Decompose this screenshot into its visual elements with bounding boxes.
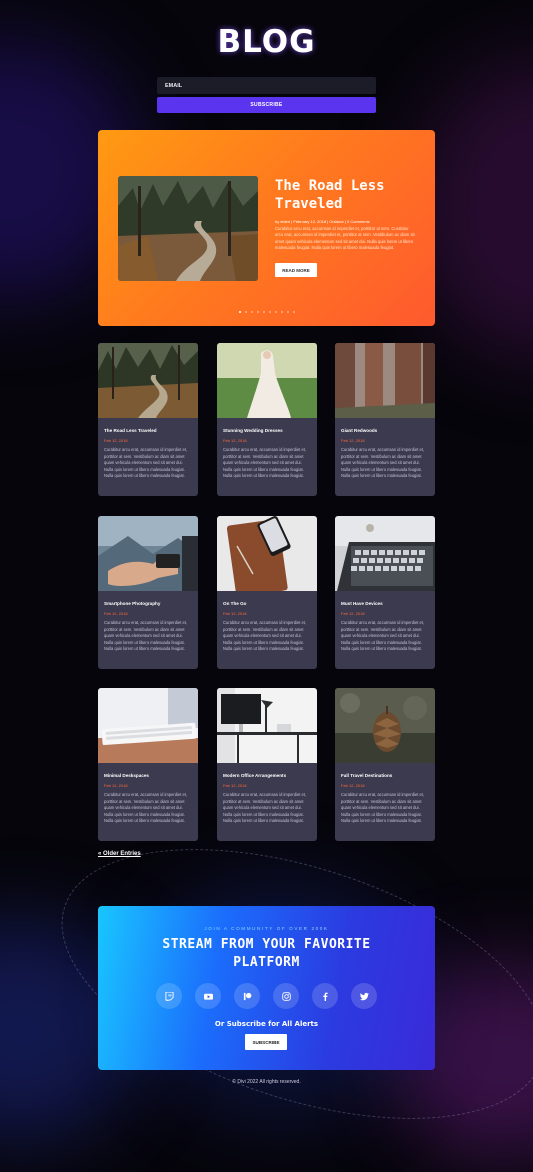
cta-subscribe-text: Or Subscribe for All Alerts (214, 1020, 319, 1028)
read-more-button[interactable]: READ MORE (275, 263, 317, 277)
cta-heading-line-2: PLATFORM (233, 955, 300, 970)
youtube-icon (203, 993, 213, 1000)
post-title[interactable]: Giant Redwoods (341, 428, 377, 433)
slider-dot[interactable] (250, 311, 253, 313)
post-thumbnail[interactable] (335, 516, 435, 591)
slider-dot[interactable] (286, 311, 289, 313)
post-date: Feb 12, 2018 (341, 611, 365, 616)
facebook-icon (322, 992, 328, 1001)
post-card[interactable]: Giant Redwoods Feb 12, 2018 Curabitur arcu… (335, 343, 435, 496)
post-excerpt: Curabitur arcu erat, accumsan id imperdi… (104, 447, 188, 479)
stream-cta-section: JOIN A COMMUNITY OF OVER 200K STREAM FRO… (98, 906, 435, 1070)
slider-dot[interactable] (256, 311, 259, 313)
older-entries-link[interactable]: « Older Entries (98, 851, 141, 857)
slider-dot[interactable] (268, 311, 271, 313)
post-thumbnail[interactable] (217, 516, 317, 591)
cta-heading-line-1: STREAM FROM YOUR FAVORITE (162, 937, 371, 952)
post-card[interactable]: On The Go Feb 12, 2018 Curabitur arcu erat… (217, 516, 317, 669)
post-thumbnail[interactable] (335, 343, 435, 418)
twitch-link[interactable] (156, 983, 182, 1009)
post-thumbnail[interactable] (217, 688, 317, 763)
post-excerpt: Curabitur arcu erat, accumsan id imperdi… (223, 620, 307, 652)
patreon-icon (243, 992, 251, 1000)
post-date: Feb 12, 2018 (104, 438, 128, 443)
slider-pagination (98, 311, 435, 313)
post-thumbnail[interactable] (217, 343, 317, 418)
twitter-icon (359, 992, 369, 1000)
post-date: Feb 12, 2018 (223, 611, 247, 616)
cta-kicker: JOIN A COMMUNITY OF OVER 200K (204, 926, 329, 931)
post-date: Feb 12, 2018 (341, 438, 365, 443)
post-title[interactable]: Stunning Wedding Dresses (223, 428, 283, 433)
youtube-link[interactable] (195, 983, 221, 1009)
post-title[interactable]: Must Have Devices (341, 601, 383, 606)
slider-dot[interactable] (280, 311, 283, 313)
slider-dot[interactable] (292, 311, 295, 313)
post-title[interactable]: Modern Office Arrangements (223, 773, 286, 778)
post-date: Feb 12, 2018 (104, 783, 128, 788)
post-date: Feb 12, 2018 (104, 611, 128, 616)
post-thumbnail[interactable] (98, 516, 198, 591)
post-excerpt: Curabitur arcu erat, accumsan id imperdi… (223, 447, 307, 479)
post-thumbnail[interactable] (98, 343, 198, 418)
featured-post-image[interactable] (118, 176, 258, 281)
social-links (98, 983, 435, 1009)
post-date: Feb 12, 2018 (223, 438, 247, 443)
slider-dot[interactable] (238, 311, 241, 313)
post-card[interactable]: Minimal Deskspaces Feb 12, 2018 Curabitur … (98, 688, 198, 841)
footer-copyright: © Divi 2022 All rights reserved. (232, 1079, 301, 1085)
post-card[interactable]: The Road Less Traveled Feb 12, 2018 Curabi… (98, 343, 198, 496)
subscribe-button[interactable]: SUBSCRIBE (157, 97, 376, 113)
post-title[interactable]: Fall Travel Destinations (341, 773, 392, 778)
post-card[interactable]: Smartphone Photography Feb 12, 2018 Curabi… (98, 516, 198, 669)
cta-heading: STREAM FROM YOUR FAVORITE PLATFORM (98, 936, 435, 972)
post-title[interactable]: The Road Less Traveled (104, 428, 157, 433)
patreon-link[interactable] (234, 983, 260, 1009)
post-excerpt: Curabitur arcu erat, accumsan id imperdi… (104, 620, 188, 652)
post-date: Feb 12, 2018 (223, 783, 247, 788)
post-card[interactable]: Fall Travel Destinations Feb 12, 2018 Cura… (335, 688, 435, 841)
facebook-link[interactable] (312, 983, 338, 1009)
post-excerpt: Curabitur arcu erat, accumsan id imperdi… (341, 447, 425, 479)
post-title[interactable]: Minimal Deskspaces (104, 773, 149, 778)
featured-post-excerpt: Curabitur arcu erat, accumsan id imperdi… (275, 226, 415, 251)
post-date: Feb 12, 2018 (341, 783, 365, 788)
instagram-link[interactable] (273, 983, 299, 1009)
post-excerpt: Curabitur arcu erat, accumsan id imperdi… (341, 620, 425, 652)
slider-dot[interactable] (262, 311, 265, 313)
post-card[interactable]: Must Have Devices Feb 12, 2018 Curabitur a… (335, 516, 435, 669)
featured-post-slider: The Road Less Traveled by elden | Februa… (98, 130, 435, 326)
post-card[interactable]: Stunning Wedding Dresses Feb 12, 2018 Cura… (217, 343, 317, 496)
featured-post-meta: by elden | February 12, 2018 | Outdoor |… (275, 219, 370, 224)
page-title: BLOG (217, 24, 316, 60)
cta-subscribe-button[interactable]: SUBSCRIBE (245, 1034, 287, 1050)
post-card[interactable]: Modern Office Arrangements Feb 12, 2018 Cu… (217, 688, 317, 841)
featured-post-title[interactable]: The Road Less Traveled (275, 177, 415, 213)
post-excerpt: Curabitur arcu erat, accumsan id imperdi… (104, 792, 188, 824)
post-thumbnail[interactable] (98, 688, 198, 763)
twitch-icon (164, 991, 174, 1001)
post-excerpt: Curabitur arcu erat, accumsan id imperdi… (223, 792, 307, 824)
email-input[interactable] (157, 77, 376, 94)
twitter-link[interactable] (351, 983, 377, 1009)
slider-dot[interactable] (244, 311, 247, 313)
post-title[interactable]: On The Go (223, 601, 246, 606)
slider-dot[interactable] (274, 311, 277, 313)
instagram-icon (281, 991, 291, 1001)
post-thumbnail[interactable] (335, 688, 435, 763)
post-excerpt: Curabitur arcu erat, accumsan id imperdi… (341, 792, 425, 824)
post-title[interactable]: Smartphone Photography (104, 601, 160, 606)
